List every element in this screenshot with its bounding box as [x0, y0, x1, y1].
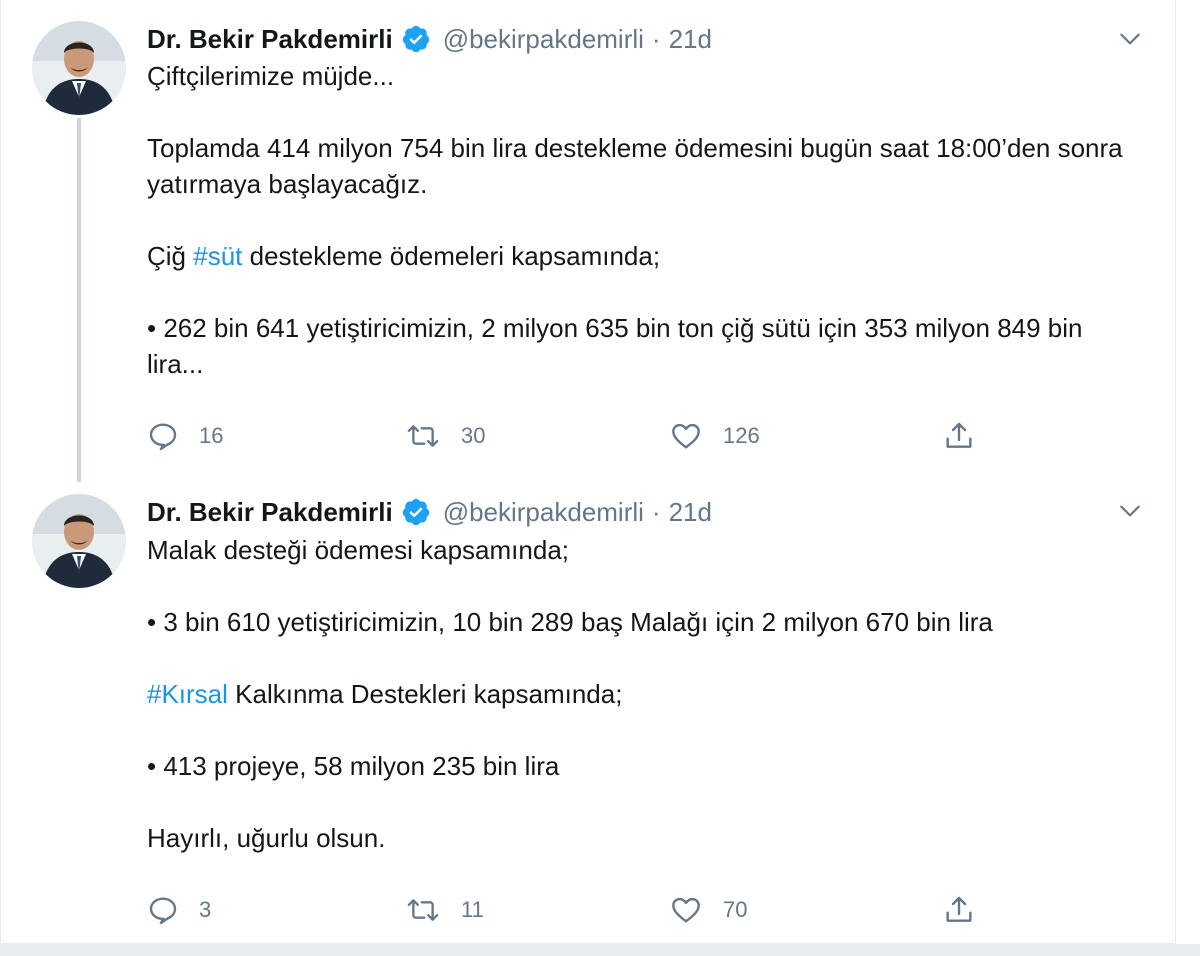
tweet-paragraph: • 262 bin 641 yetiştiricimizin, 2 milyon… [147, 313, 1083, 379]
chevron-down-icon[interactable] [1117, 498, 1143, 524]
timestamp[interactable]: 21d [669, 22, 712, 56]
author-handle[interactable]: @bekirpakdemirli [443, 22, 644, 56]
tweet-paragraph: #Kırsal Kalkınma Destekleri kapsamında; [147, 676, 1137, 712]
reply-count: 3 [199, 897, 212, 922]
chevron-down-icon[interactable] [1117, 26, 1143, 52]
retweet-count: 11 [461, 897, 484, 922]
like-button[interactable]: 126 [669, 418, 760, 454]
verified-badge-icon [401, 24, 431, 54]
tweet-text: Çiftçilerimize müjde... Toplamda 414 mil… [147, 58, 1137, 382]
tweet-paragraph: Çiğ #süt destekleme ödemeleri kapsamında… [147, 238, 1137, 274]
timestamp[interactable]: 21d [669, 495, 712, 529]
paragraph-text: destekleme ödemeleri kapsamında; [242, 241, 661, 271]
tweet[interactable]: Dr. Bekir Pakdemirli @bekirpakdemirli · … [1, 0, 1177, 472]
hashtag-link[interactable]: #süt [193, 241, 242, 271]
reply-button[interactable]: 3 [147, 892, 211, 928]
reply-icon [147, 420, 179, 452]
author-handle[interactable]: @bekirpakdemirli [443, 495, 644, 529]
like-icon [669, 894, 703, 926]
author-name[interactable]: Dr. Bekir Pakdemirli [147, 495, 393, 529]
like-count: 70 [723, 897, 748, 922]
hashtag-link[interactable]: #Kırsal [147, 679, 228, 709]
tweet-header: Dr. Bekir Pakdemirli @bekirpakdemirli · … [147, 495, 712, 529]
tweet[interactable]: Dr. Bekir Pakdemirli @bekirpakdemirli · … [1, 472, 1177, 944]
like-count: 126 [723, 423, 760, 448]
share-icon [943, 420, 975, 452]
tweet-paragraph: Toplamda 414 milyon 754 bin lira destekl… [147, 133, 1123, 199]
like-icon [669, 420, 703, 452]
avatar[interactable] [32, 494, 126, 588]
share-button[interactable] [943, 892, 975, 928]
verified-badge-icon [401, 497, 431, 527]
tweet-paragraph: • 413 projeye, 58 milyon 235 bin lira [147, 751, 560, 781]
reply-button[interactable]: 16 [147, 418, 223, 454]
feed-bottom-divider [0, 944, 1200, 956]
paragraph-text: Kalkınma Destekleri kapsamında; [227, 679, 623, 709]
tweet-actions: 3 11 70 [147, 892, 987, 928]
retweet-button[interactable]: 11 [405, 892, 484, 928]
tweet-thread: Dr. Bekir Pakdemirli @bekirpakdemirli · … [0, 0, 1176, 944]
share-icon [943, 894, 975, 926]
like-button[interactable]: 70 [669, 892, 747, 928]
tweet-paragraph: Malak desteği ödemesi kapsamında; [147, 535, 570, 565]
retweet-count: 30 [461, 423, 486, 448]
paragraph-text: Çiğ [147, 241, 194, 271]
reply-count: 16 [199, 423, 224, 448]
retweet-button[interactable]: 30 [405, 418, 485, 454]
retweet-icon [405, 420, 441, 452]
tweet-paragraph: • 3 bin 610 yetiştiricimizin, 10 bin 289… [147, 607, 993, 637]
separator-dot: · [651, 497, 661, 527]
share-button[interactable] [943, 418, 975, 454]
retweet-icon [405, 894, 441, 926]
author-name[interactable]: Dr. Bekir Pakdemirli [147, 22, 393, 56]
reply-icon [147, 894, 179, 926]
avatar[interactable] [32, 21, 126, 115]
tweet-paragraph: Hayırlı, uğurlu olsun. [147, 823, 386, 853]
separator-dot: · [651, 24, 661, 54]
tweet-paragraph: Çiftçilerimize müjde... [147, 61, 395, 91]
tweet-actions: 16 30 126 [147, 418, 987, 454]
tweet-text: Malak desteği ödemesi kapsamında; • 3 bi… [147, 532, 1137, 856]
tweet-header: Dr. Bekir Pakdemirli @bekirpakdemirli · … [147, 22, 712, 56]
